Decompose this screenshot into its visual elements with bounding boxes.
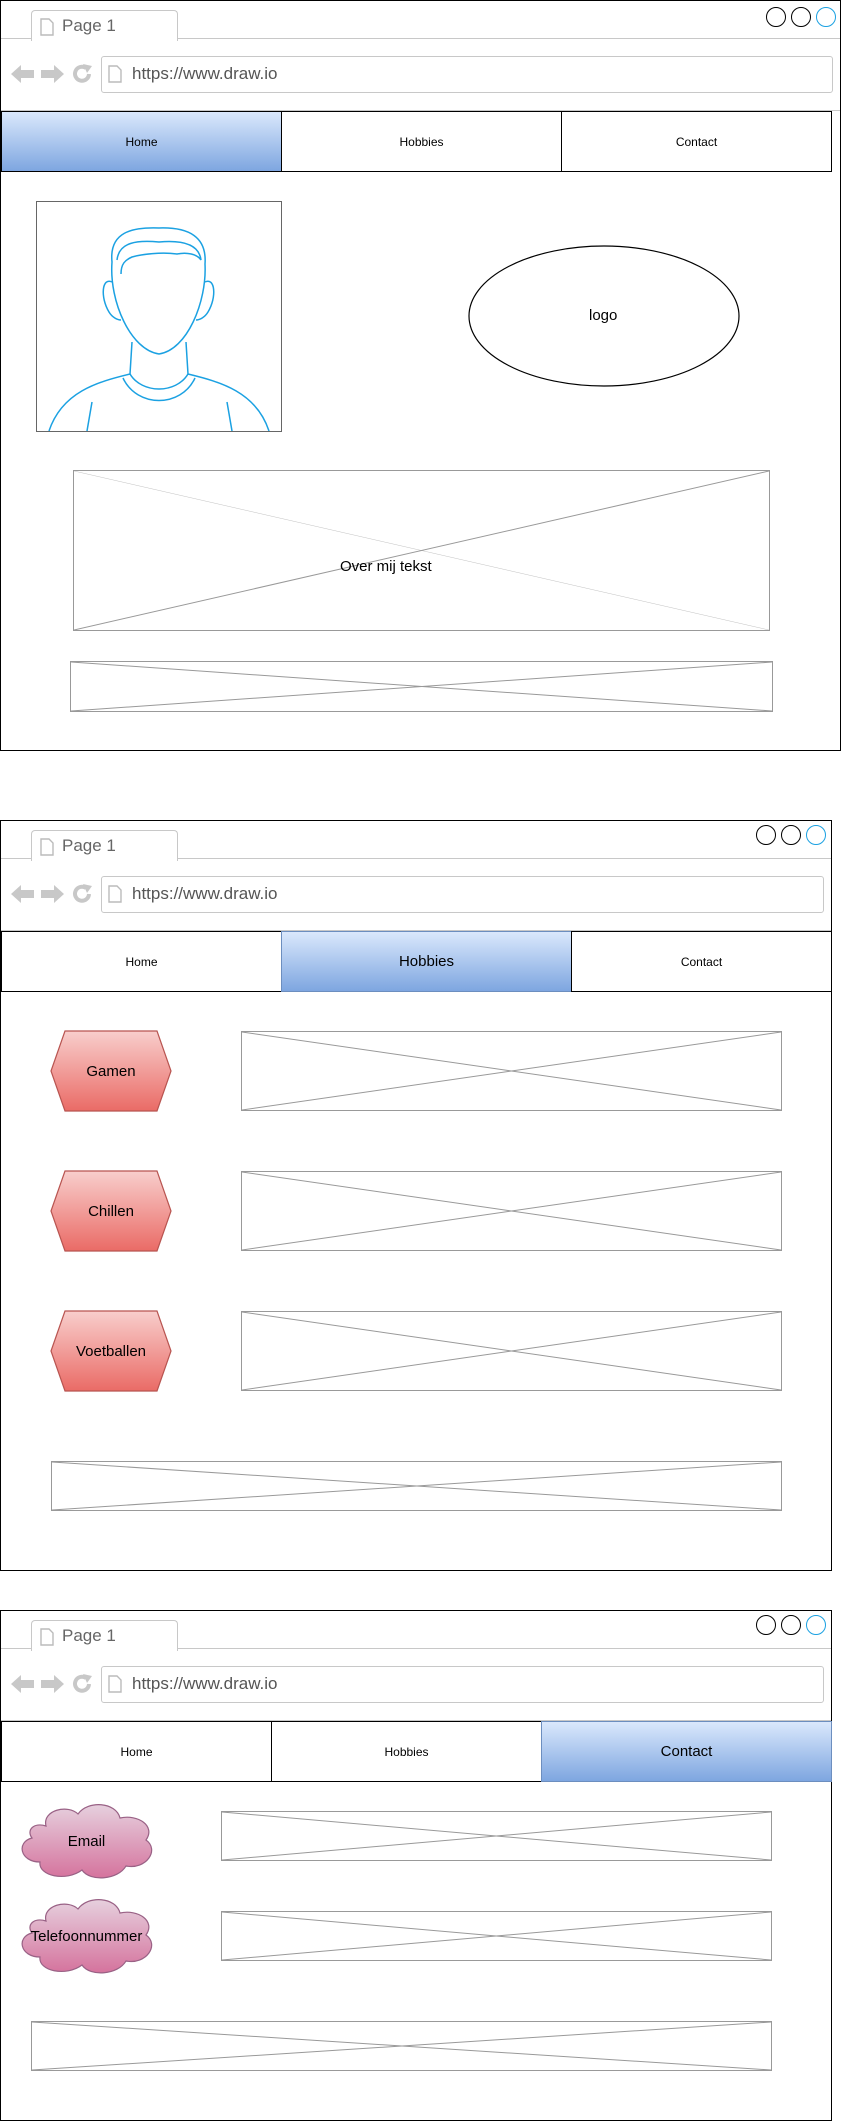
contact-label-telefoonnummer: Telefoonnummer: [30, 1927, 143, 1945]
logo-label: logo: [589, 307, 618, 324]
about-text-placeholder: [73, 470, 770, 631]
page-icon: [108, 885, 122, 903]
tab-title: Page 1: [62, 1626, 116, 1645]
back-arrow-icon[interactable]: [11, 64, 35, 84]
page-icon: [108, 1675, 122, 1693]
browser-tab[interactable]: Page 1: [31, 1620, 178, 1651]
browser-tab[interactable]: Page 1: [31, 830, 178, 861]
footer-placeholder: [31, 2021, 772, 2071]
hobby-label-voetballen: Voetballen: [75, 1342, 147, 1360]
page-icon: [40, 18, 54, 36]
url-text: https://www.draw.io: [132, 64, 278, 83]
window-minimize-icon[interactable]: [756, 1615, 776, 1635]
back-arrow-icon[interactable]: [11, 1674, 35, 1694]
address-bar[interactable]: https://www.draw.io: [101, 56, 833, 93]
nav-hobbies[interactable]: Hobbies: [281, 111, 562, 172]
address-bar[interactable]: https://www.draw.io: [101, 1666, 824, 1703]
browser-window-contact: Page 1 https://www.draw.io Home Hobbies …: [0, 1610, 832, 2121]
window-close-icon[interactable]: [806, 825, 826, 845]
contact-value-placeholder: [221, 1911, 772, 1961]
window-minimize-icon[interactable]: [756, 825, 776, 845]
window-maximize-icon[interactable]: [781, 1615, 801, 1635]
contact-value-placeholder: [221, 1811, 772, 1861]
forward-arrow-icon[interactable]: [40, 64, 64, 84]
contact-label-email: Email: [67, 1832, 106, 1850]
nav-home[interactable]: Home: [1, 111, 282, 172]
nav-contact[interactable]: Contact: [541, 1721, 832, 1782]
window-close-icon[interactable]: [806, 1615, 826, 1635]
nav-hobbies[interactable]: Hobbies: [271, 1721, 542, 1782]
window-maximize-icon[interactable]: [791, 7, 811, 27]
tab-title: Page 1: [62, 836, 116, 855]
hobby-description-placeholder: [241, 1031, 782, 1111]
avatar: [36, 201, 282, 432]
window-minimize-icon[interactable]: [766, 7, 786, 27]
page-icon: [40, 838, 54, 856]
reload-icon[interactable]: [71, 883, 93, 905]
nav-contact[interactable]: Contact: [571, 931, 832, 992]
page-icon: [108, 65, 122, 83]
about-label: Over mij tekst: [340, 558, 432, 575]
window-close-icon[interactable]: [816, 7, 836, 27]
window-maximize-icon[interactable]: [781, 825, 801, 845]
url-text: https://www.draw.io: [132, 884, 278, 903]
nav-home[interactable]: Home: [1, 1721, 272, 1782]
page-icon: [40, 1628, 54, 1646]
footer-placeholder: [51, 1461, 782, 1511]
url-text: https://www.draw.io: [132, 1674, 278, 1693]
back-arrow-icon[interactable]: [11, 884, 35, 904]
user-avatar-icon: [48, 227, 270, 431]
forward-arrow-icon[interactable]: [40, 884, 64, 904]
forward-arrow-icon[interactable]: [40, 1674, 64, 1694]
tab-title: Page 1: [62, 16, 116, 35]
hobby-label-gamen: Gamen: [86, 1062, 136, 1080]
browser-tab[interactable]: Page 1: [31, 10, 178, 41]
nav-hobbies[interactable]: Hobbies: [281, 931, 572, 992]
hobby-label-chillen: Chillen: [88, 1202, 134, 1220]
footer-placeholder: [70, 661, 773, 712]
hobby-description-placeholder: [241, 1171, 782, 1251]
browser-window-home: Page 1 https://www.draw.io Home Hobbies …: [0, 0, 841, 751]
address-bar[interactable]: https://www.draw.io: [101, 876, 824, 913]
reload-icon[interactable]: [71, 1673, 93, 1695]
hobby-description-placeholder: [241, 1311, 782, 1391]
browser-window-hobbies: Page 1 https://www.draw.io Home Hobbies …: [0, 820, 832, 1571]
reload-icon[interactable]: [71, 63, 93, 85]
nav-contact[interactable]: Contact: [561, 111, 832, 172]
nav-home[interactable]: Home: [1, 931, 282, 992]
